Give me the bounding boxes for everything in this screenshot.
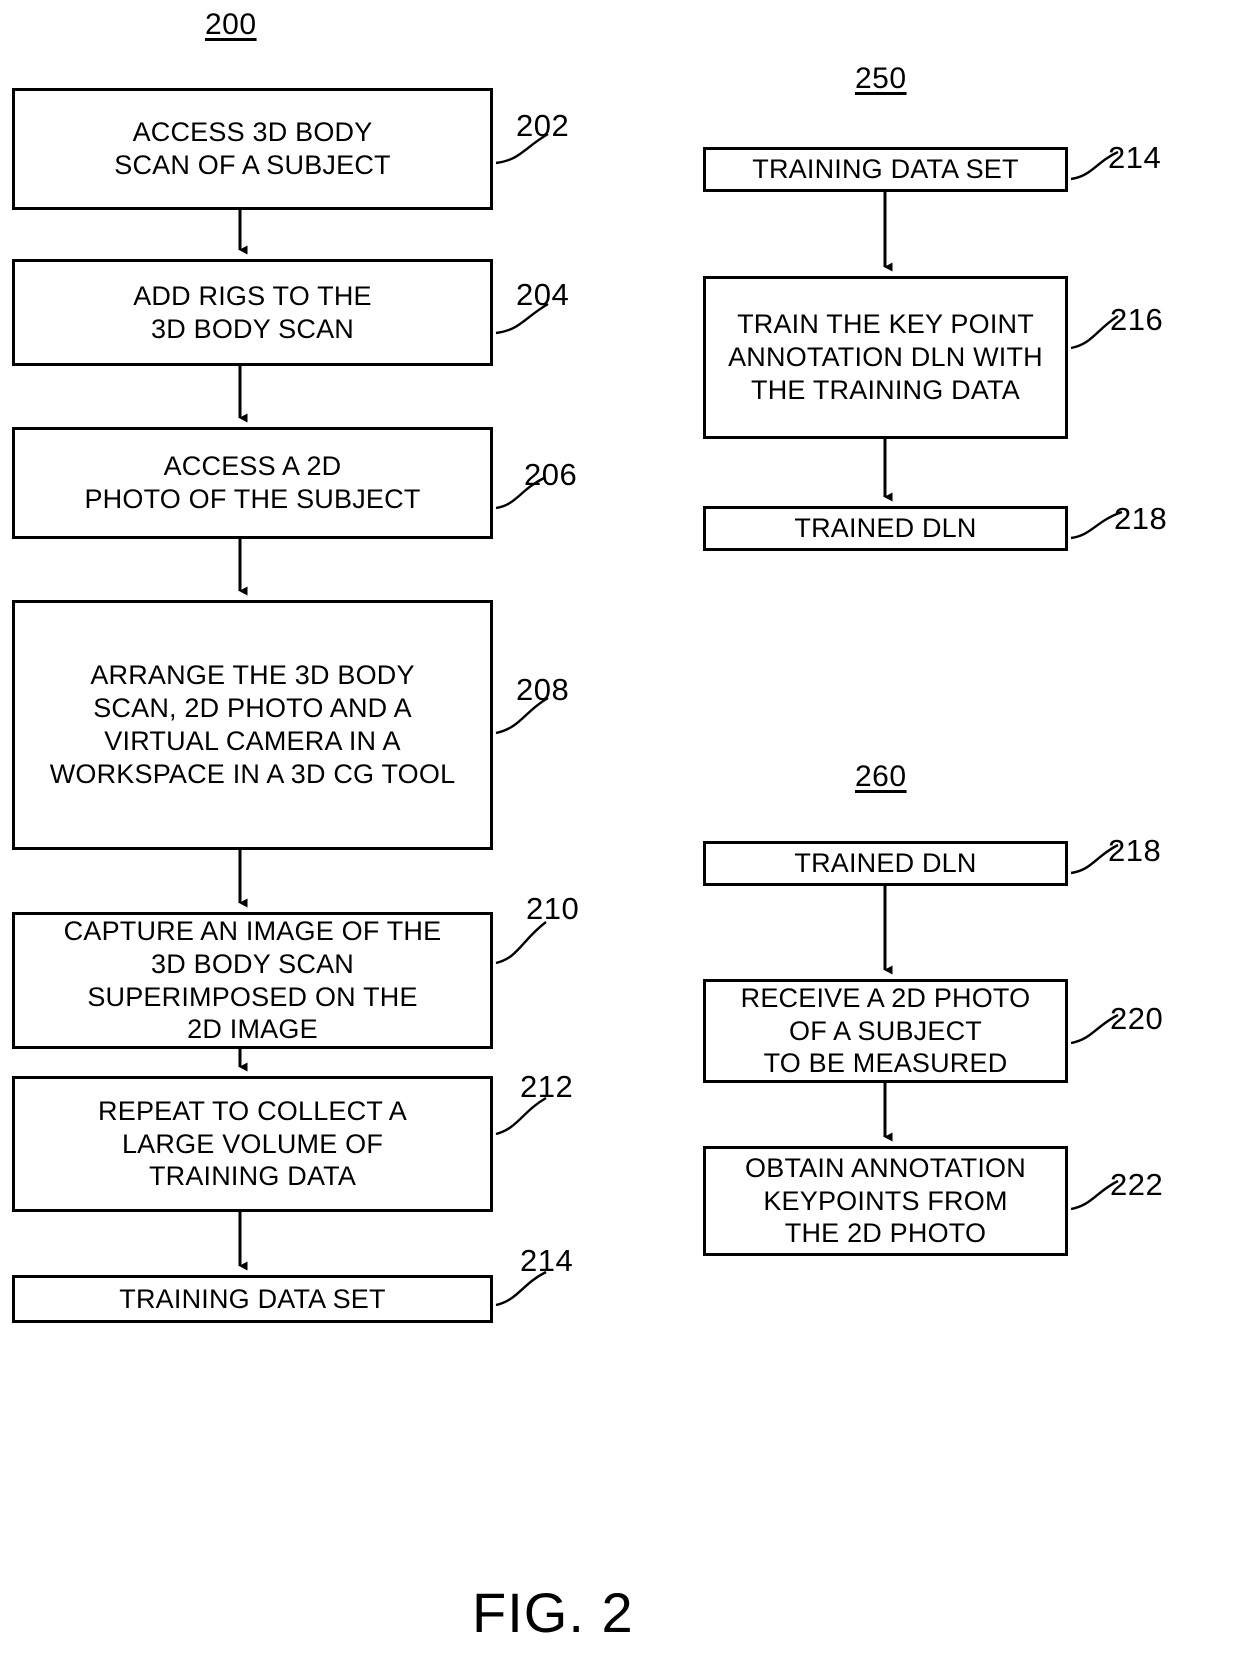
figure-caption: FIG. 2 — [472, 1581, 634, 1644]
reference-numeral-218-box-218-bottom: 218 — [1108, 833, 1162, 868]
reference-numeral-214-box-214-right: 214 — [1108, 140, 1162, 175]
reference-numeral-206-box-206: 206 — [524, 457, 578, 492]
reference-numeral-214-box-214-left: 214 — [520, 1243, 574, 1278]
group-200-label: 200 — [205, 8, 257, 41]
reference-numeral-216-box-216: 216 — [1110, 302, 1164, 337]
reference-numeral-210-box-210: 210 — [526, 891, 580, 926]
reference-numeral-202-box-202: 202 — [516, 108, 570, 143]
box-202: ACCESS 3D BODY SCAN OF A SUBJECT — [12, 88, 493, 210]
box-206: ACCESS A 2D PHOTO OF THE SUBJECT — [12, 427, 493, 539]
reference-numeral-212-box-212: 212 — [520, 1069, 574, 1104]
box-220: RECEIVE A 2D PHOTO OF A SUBJECT TO BE ME… — [703, 979, 1068, 1083]
reference-numeral-218-box-218-top: 218 — [1114, 501, 1168, 536]
box-210: CAPTURE AN IMAGE OF THE 3D BODY SCAN SUP… — [12, 912, 493, 1049]
group-260-label: 260 — [855, 760, 907, 793]
reference-numeral-204-box-204: 204 — [516, 277, 570, 312]
patent-figure: ACCESS 3D BODY SCAN OF A SUBJECT ADD RIGS… — [0, 0, 1240, 1665]
box-204: ADD RIGS TO THE 3D BODY SCAN — [12, 259, 493, 366]
leader-line-210-box-210 — [495, 921, 547, 965]
box-218-bottom: TRAINED DLN — [703, 841, 1068, 886]
box-214-left: TRAINING DATA SET — [12, 1275, 493, 1323]
reference-numeral-222-box-222: 222 — [1110, 1167, 1164, 1202]
box-216: TRAIN THE KEY POINT ANNOTATION DLN WITH … — [703, 276, 1068, 439]
box-222: OBTAIN ANNOTATION KEYPOINTS FROM THE 2D … — [703, 1146, 1068, 1256]
box-218-top: TRAINED DLN — [703, 506, 1068, 551]
reference-numeral-208-box-208: 208 — [516, 672, 570, 707]
reference-numeral-220-box-220: 220 — [1110, 1001, 1164, 1036]
box-214-right: TRAINING DATA SET — [703, 147, 1068, 192]
box-208: ARRANGE THE 3D BODY SCAN, 2D PHOTO AND A… — [12, 600, 493, 850]
group-250-label: 250 — [855, 62, 907, 95]
box-212: REPEAT TO COLLECT A LARGE VOLUME OF TRAI… — [12, 1076, 493, 1212]
